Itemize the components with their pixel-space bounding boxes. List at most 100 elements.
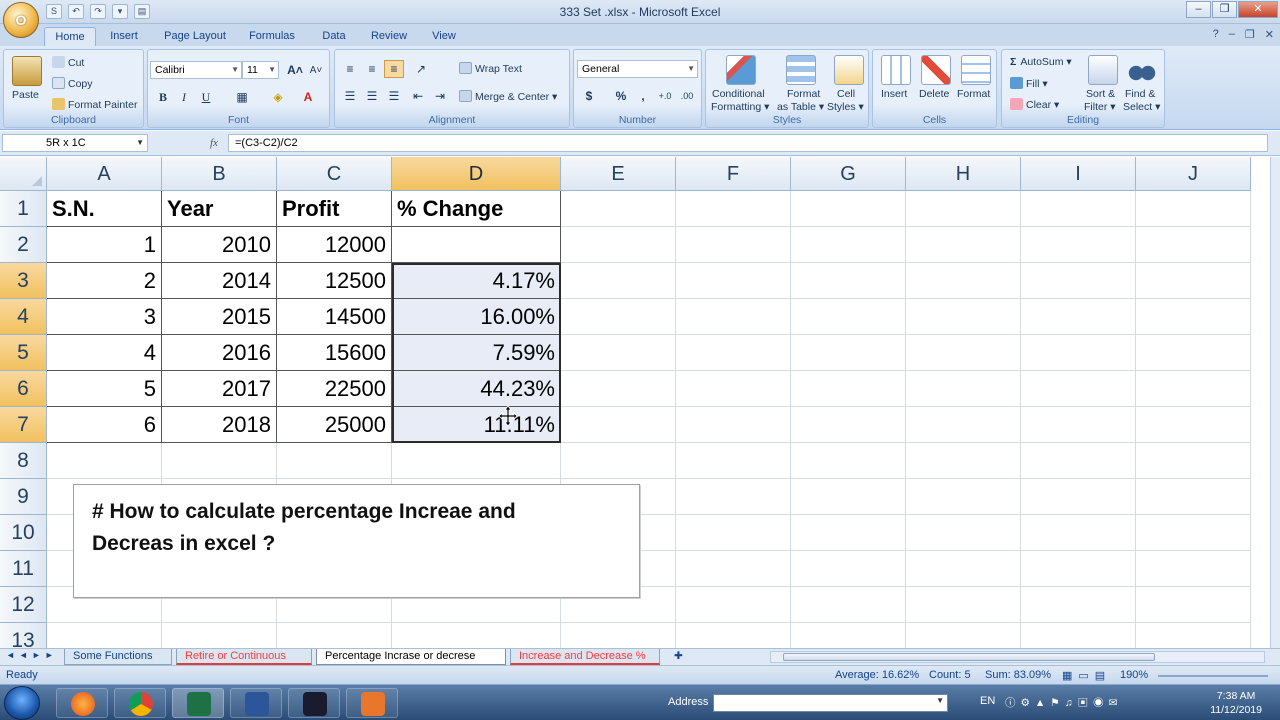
cell-j13[interactable]: [1136, 623, 1251, 648]
column-header-i[interactable]: I: [1021, 157, 1136, 191]
cell-h9[interactable]: [906, 479, 1021, 515]
delete-cells-icon[interactable]: [921, 55, 951, 85]
decrease-decimal-button[interactable]: .00: [677, 87, 697, 105]
cell-j4[interactable]: [1136, 299, 1251, 335]
delete-cells-button[interactable]: Delete: [919, 88, 949, 100]
sort-filter-button[interactable]: Sort &: [1086, 88, 1115, 100]
increase-indent-icon[interactable]: ⇥: [430, 87, 450, 105]
cell-a2[interactable]: 1: [47, 227, 162, 263]
cell-j1[interactable]: [1136, 191, 1251, 227]
horizontal-scrollbar[interactable]: [770, 651, 1265, 663]
conditional-formatting-button[interactable]: Conditional: [712, 88, 765, 100]
cell-f11[interactable]: [676, 551, 791, 587]
vertical-scrollbar[interactable]: [1270, 157, 1280, 648]
cell-f9[interactable]: [676, 479, 791, 515]
title-textbox[interactable]: # How to calculate percentage Increae an…: [73, 484, 640, 598]
cell-g9[interactable]: [791, 479, 906, 515]
cell-j11[interactable]: [1136, 551, 1251, 587]
cell-g4[interactable]: [791, 299, 906, 335]
zoom-level[interactable]: 190%: [1120, 669, 1148, 681]
cell-h3[interactable]: [906, 263, 1021, 299]
row-header-12[interactable]: 12: [0, 587, 47, 623]
cell-h13[interactable]: [906, 623, 1021, 648]
format-painter-button[interactable]: Format Painter: [52, 98, 137, 111]
comma-button[interactable]: ,: [633, 87, 653, 105]
cell-j10[interactable]: [1136, 515, 1251, 551]
insert-function-icon[interactable]: fx: [210, 137, 218, 149]
find-select-button[interactable]: Find &: [1125, 88, 1155, 100]
fill-button[interactable]: Fill ▾: [1010, 77, 1048, 90]
column-header-f[interactable]: F: [676, 157, 791, 191]
cell-h2[interactable]: [906, 227, 1021, 263]
format-cells-button[interactable]: Format: [957, 88, 990, 100]
cell-d5[interactable]: 7.59%: [392, 335, 561, 371]
cell-f1[interactable]: [676, 191, 791, 227]
cell-a6[interactable]: 5: [47, 371, 162, 407]
cell-d1[interactable]: % Change: [392, 191, 561, 227]
row-header-6[interactable]: 6: [0, 371, 47, 407]
column-header-c[interactable]: C: [277, 157, 392, 191]
format-as-table-dropdown[interactable]: as Table ▾: [777, 101, 824, 113]
binoculars-icon[interactable]: [1127, 55, 1157, 85]
align-left-icon[interactable]: ☰: [340, 87, 360, 105]
cell-g7[interactable]: [791, 407, 906, 443]
cell-d8[interactable]: [392, 443, 561, 479]
cell-c6[interactable]: 22500: [277, 371, 392, 407]
help-icon[interactable]: ?: [1213, 28, 1219, 41]
number-format-select[interactable]: General ▼: [577, 60, 698, 78]
cell-f4[interactable]: [676, 299, 791, 335]
cell-b3[interactable]: 2014: [162, 263, 277, 299]
align-middle-icon[interactable]: ≡: [362, 60, 382, 78]
cell-e7[interactable]: [561, 407, 676, 443]
cell-c13[interactable]: [277, 623, 392, 648]
paste-button[interactable]: Paste: [12, 89, 39, 101]
increase-decimal-button[interactable]: +.0: [655, 87, 675, 105]
cell-d4[interactable]: 16.00%: [392, 299, 561, 335]
cell-j6[interactable]: [1136, 371, 1251, 407]
office-button[interactable]: O: [3, 2, 39, 38]
sheet-tab-1[interactable]: Some Functions: [64, 649, 172, 665]
align-top-icon[interactable]: ≡: [340, 60, 360, 78]
taskbar-app[interactable]: [346, 688, 398, 718]
italic-button[interactable]: I: [174, 88, 194, 106]
insert-cells-button[interactable]: Insert: [881, 88, 907, 100]
orientation-icon[interactable]: ↗: [411, 60, 431, 78]
cell-e8[interactable]: [561, 443, 676, 479]
row-header-7[interactable]: 7: [0, 407, 47, 443]
zoom-slider[interactable]: [1158, 675, 1268, 677]
column-header-a[interactable]: A: [47, 157, 162, 191]
cell-a3[interactable]: 2: [47, 263, 162, 299]
cell-g8[interactable]: [791, 443, 906, 479]
cell-j2[interactable]: [1136, 227, 1251, 263]
cell-h7[interactable]: [906, 407, 1021, 443]
cell-c7[interactable]: 25000: [277, 407, 392, 443]
cell-g2[interactable]: [791, 227, 906, 263]
row-header-10[interactable]: 10: [0, 515, 47, 551]
cell-i12[interactable]: [1021, 587, 1136, 623]
sheet-tab-4[interactable]: Increase and Decrease %: [510, 649, 660, 665]
cell-e5[interactable]: [561, 335, 676, 371]
cell-c3[interactable]: 12500: [277, 263, 392, 299]
cell-f7[interactable]: [676, 407, 791, 443]
tab-view[interactable]: View: [426, 27, 462, 46]
cell-b6[interactable]: 2017: [162, 371, 277, 407]
wrap-text-button[interactable]: Wrap Text: [459, 62, 522, 75]
tab-data[interactable]: Data: [316, 27, 352, 46]
insert-sheet-icon[interactable]: ✚: [674, 650, 683, 662]
row-header-2[interactable]: 2: [0, 227, 47, 263]
cell-f6[interactable]: [676, 371, 791, 407]
cell-c8[interactable]: [277, 443, 392, 479]
cell-e1[interactable]: [561, 191, 676, 227]
percent-button[interactable]: %: [611, 87, 631, 105]
taskbar-firefox[interactable]: [56, 688, 108, 718]
name-box[interactable]: 5R x 1C ▼: [2, 134, 148, 152]
cell-b4[interactable]: 2015: [162, 299, 277, 335]
sort-filter-icon[interactable]: [1088, 55, 1118, 85]
row-header-8[interactable]: 8: [0, 443, 47, 479]
format-as-table-button[interactable]: Format: [787, 88, 820, 100]
bold-button[interactable]: B: [153, 88, 173, 106]
cell-i8[interactable]: [1021, 443, 1136, 479]
tab-insert[interactable]: Insert: [104, 27, 144, 46]
cell-b7[interactable]: 2018: [162, 407, 277, 443]
tab-formulas[interactable]: Formulas: [244, 27, 300, 46]
